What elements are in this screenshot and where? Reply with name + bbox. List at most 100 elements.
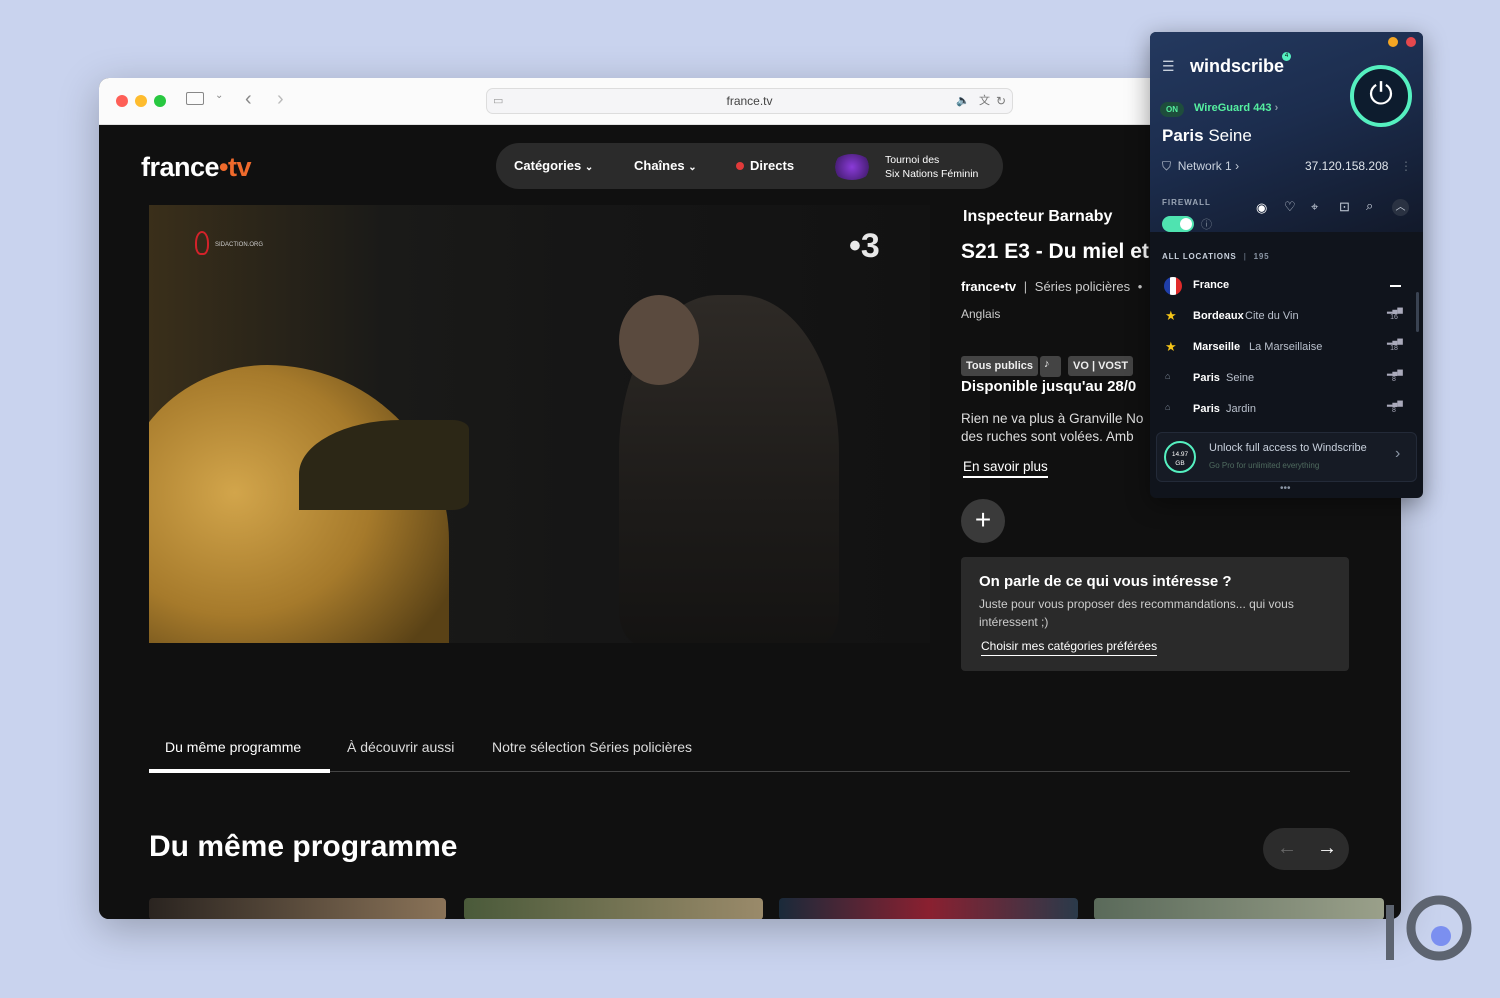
unlock-title: Unlock full access to Windscribe — [1209, 442, 1367, 454]
address-bar[interactable]: ▭ france.tv 🔈 文 ↻ — [486, 88, 1013, 114]
firewall-label: FIREWALL — [1162, 198, 1211, 207]
back-icon[interactable]: ‹ — [245, 88, 252, 111]
more-horizontal-icon[interactable]: ••• — [1280, 483, 1291, 494]
event-line-1: Tournoi des — [885, 154, 940, 166]
add-to-list-button[interactable]: + — [961, 499, 1005, 543]
city-skyline-icon: ⌂ — [1165, 402, 1171, 412]
location-row[interactable]: ★ Bordeaux Cite du Vin ▂▄▆ 16 — [1150, 301, 1423, 332]
logo-dot: • — [219, 152, 228, 182]
location-row[interactable]: ⌂ Paris Jardin ▂▄▆ 8 — [1150, 394, 1423, 425]
nav-live-label: Directs — [750, 158, 795, 173]
country-name: France — [1193, 279, 1230, 291]
list-scrollbar[interactable] — [1416, 292, 1419, 332]
collapse-icon[interactable]: ︿ — [1392, 199, 1409, 216]
signal-icon: ▂▄▆ 16 — [1387, 307, 1403, 321]
star-icon[interactable]: ★ — [1165, 308, 1177, 324]
main-nav: Catégories ⌄ Chaînes ⌄ Directs Tournoi d… — [496, 143, 1003, 189]
location-city: Paris — [1193, 403, 1220, 415]
audience-tag: Tous publics — [961, 356, 1039, 376]
location-row[interactable]: ★ Marseille La Marseillaise ▂▄▆ 18 — [1150, 332, 1423, 363]
audio-icon[interactable]: 🔈 — [956, 89, 970, 113]
video-player[interactable]: SIDACTION.ORG •3 — [149, 205, 930, 643]
country-row-france[interactable]: France — [1150, 270, 1423, 301]
url-text: france.tv — [726, 94, 773, 108]
active-tab-indicator — [149, 769, 330, 773]
protocol-selector[interactable]: WireGuard 443 › — [1194, 102, 1278, 114]
nav-event[interactable]: Tournoi des Six Nations Féminin — [885, 153, 978, 181]
chevron-right-icon: › — [1395, 445, 1401, 462]
zoom-window-button[interactable] — [154, 95, 166, 107]
notification-badge[interactable]: 4 — [1282, 52, 1291, 61]
choose-categories-link[interactable]: Choisir mes catégories préférées — [981, 639, 1158, 656]
reco-text: Juste pour vous proposer des recommandat… — [979, 595, 1339, 631]
close-app-button[interactable] — [1406, 37, 1416, 47]
static-ip-icon[interactable]: ⌖ — [1311, 199, 1318, 215]
chevron-down-icon[interactable]: ⌄ — [215, 90, 223, 101]
header-divider: | — [1243, 252, 1247, 261]
io-logo-icon — [1386, 895, 1472, 961]
event-line-2: Six Nations Féminin — [885, 168, 979, 180]
shield-icon: ⛉ — [1162, 159, 1172, 173]
firewall-toggle[interactable] — [1162, 216, 1194, 232]
data-usage-circle: 14.97 GB — [1164, 441, 1196, 473]
connected-city: Paris — [1162, 126, 1204, 145]
learn-more-link[interactable]: En savoir plus — [963, 459, 1048, 478]
nav-categories-label: Catégories — [514, 158, 582, 173]
tab-selection[interactable]: Notre sélection Séries policières — [492, 739, 692, 755]
france-tv-logo[interactable]: france•tv — [141, 152, 252, 183]
upgrade-banner[interactable]: 14.97 GB Unlock full access to Windscribe… — [1156, 432, 1417, 482]
episode-thumbnail[interactable] — [149, 898, 446, 919]
episode-thumbnail[interactable] — [464, 898, 763, 919]
minimize-window-button[interactable] — [135, 95, 147, 107]
nav-categories[interactable]: Catégories ⌄ — [514, 158, 593, 173]
nav-channels[interactable]: Chaînes ⌄ — [634, 158, 697, 173]
tab-discover[interactable]: À découvrir aussi — [347, 739, 454, 755]
reload-icon[interactable]: ↻ — [996, 89, 1006, 113]
sidaction-ribbon-icon — [195, 231, 209, 255]
translate-icon[interactable]: 文 — [979, 89, 990, 113]
more-vertical-icon[interactable]: ⋮ — [1400, 159, 1412, 173]
tab-same-program[interactable]: Du même programme — [165, 739, 301, 755]
power-icon: ⏻ — [1369, 78, 1393, 111]
sidebar-toggle-icon[interactable] — [186, 92, 204, 105]
forward-icon[interactable]: › — [277, 88, 284, 111]
signal-icon: ▂▄▆ 8 — [1387, 400, 1403, 414]
program-meta: france•tv | Séries policières • — [961, 279, 1151, 294]
arrow-left-icon[interactable]: ← — [1277, 837, 1297, 860]
content-tabs: Du même programme À découvrir aussi Notr… — [149, 728, 1350, 773]
star-icon[interactable]: ★ — [1165, 339, 1177, 355]
episode-thumbnail[interactable] — [1094, 898, 1384, 919]
genre-link[interactable]: Séries policières — [1035, 279, 1130, 294]
info-icon[interactable]: ⓘ — [1201, 216, 1212, 232]
compass-icon[interactable]: ◉ — [1256, 200, 1267, 216]
search-icon[interactable]: ⌕ — [1366, 198, 1373, 214]
chevron-down-icon: ⌄ — [688, 162, 697, 173]
ping-value: 16 — [1390, 314, 1398, 321]
nav-live[interactable]: Directs — [736, 158, 794, 173]
sidaction-label: SIDACTION.ORG — [215, 242, 264, 248]
location-city: Marseille — [1193, 341, 1241, 353]
config-icon[interactable]: ⊡ — [1339, 199, 1350, 215]
program-title[interactable]: Inspecteur Barnaby — [963, 208, 1112, 226]
collapse-country-icon[interactable] — [1390, 285, 1401, 287]
location-count: 195 — [1253, 252, 1270, 261]
six-nations-logo-icon[interactable] — [832, 154, 872, 180]
close-window-button[interactable] — [116, 95, 128, 107]
favorites-icon[interactable]: ♡ — [1284, 199, 1296, 215]
arrow-right-icon[interactable]: → — [1317, 837, 1337, 860]
page-settings-icon[interactable]: ▭ — [493, 89, 503, 113]
network-row[interactable]: ⛉ Network 1 › — [1162, 159, 1239, 174]
meta-bullet: • — [1137, 279, 1143, 294]
location-row[interactable]: ⌂ Paris Seine ▂▄▆ 8 — [1150, 363, 1423, 394]
locations-header: ALL LOCATIONS | 195 — [1162, 252, 1269, 261]
synopsis: Rien ne va plus à Granville No des ruche… — [961, 410, 1151, 446]
menu-icon[interactable]: ☰ — [1162, 58, 1175, 75]
minimize-app-button[interactable] — [1388, 37, 1398, 47]
live-dot-icon — [736, 162, 744, 170]
chevron-right-icon: › — [1235, 159, 1240, 173]
locations-header-label: ALL LOCATIONS — [1162, 252, 1237, 261]
location-name: Cite du Vin — [1245, 310, 1299, 322]
location-name: La Marseillaise — [1249, 341, 1323, 353]
episode-thumbnail[interactable] — [779, 898, 1078, 919]
power-button[interactable]: ⏻ — [1350, 65, 1412, 127]
